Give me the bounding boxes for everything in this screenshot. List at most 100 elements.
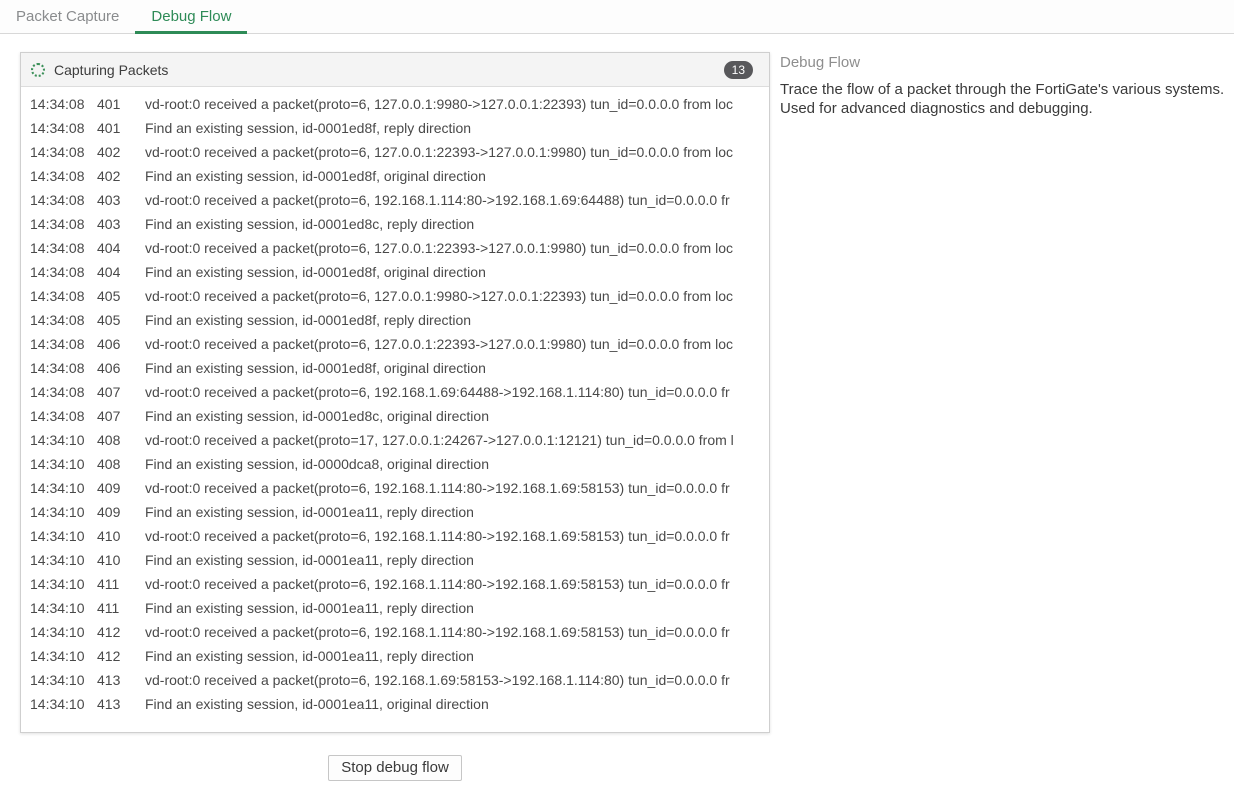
- log-message: vd-root:0 received a packet(proto=6, 127…: [145, 284, 769, 308]
- log-time: 14:34:08: [30, 188, 97, 212]
- log-message: Find an existing session, id-0001ea11, r…: [145, 596, 769, 620]
- log-seq: 401: [97, 116, 145, 140]
- log-time: 14:34:10: [30, 596, 97, 620]
- log-row: 14:34:08 406 vd-root:0 received a packet…: [21, 332, 769, 356]
- log-seq: 409: [97, 500, 145, 524]
- log-row: 14:34:08 407 Find an existing session, i…: [21, 404, 769, 428]
- log-seq: 402: [97, 140, 145, 164]
- log-time: 14:34:08: [30, 404, 97, 428]
- log-seq: 403: [97, 212, 145, 236]
- tab-packet-capture[interactable]: Packet Capture: [0, 0, 135, 33]
- log-row: 14:34:10 409 Find an existing session, i…: [21, 500, 769, 524]
- log-time: 14:34:08: [30, 164, 97, 188]
- log-row: 14:34:10 411 Find an existing session, i…: [21, 596, 769, 620]
- log-row: 14:34:10 410 Find an existing session, i…: [21, 548, 769, 572]
- log-row: 14:34:10 412 vd-root:0 received a packet…: [21, 620, 769, 644]
- log-row: 14:34:08 401 vd-root:0 received a packet…: [21, 92, 769, 116]
- log-message: vd-root:0 received a packet(proto=6, 127…: [145, 92, 769, 116]
- tab-packet-capture-label: Packet Capture: [16, 8, 119, 25]
- log-row: 14:34:08 402 vd-root:0 received a packet…: [21, 140, 769, 164]
- log-seq: 404: [97, 236, 145, 260]
- log-row: 14:34:10 413 Find an existing session, i…: [21, 692, 769, 716]
- log-seq: 411: [97, 572, 145, 596]
- log-row: 14:34:10 413 vd-root:0 received a packet…: [21, 668, 769, 692]
- log-time: 14:34:08: [30, 92, 97, 116]
- log-row: 14:34:10 411 vd-root:0 received a packet…: [21, 572, 769, 596]
- capture-panel-header: Capturing Packets 13: [21, 53, 769, 87]
- log-seq: 405: [97, 308, 145, 332]
- log-message: Find an existing session, id-0000dca8, o…: [145, 452, 769, 476]
- log-message: vd-root:0 received a packet(proto=6, 127…: [145, 140, 769, 164]
- log-row: 14:34:08 403 vd-root:0 received a packet…: [21, 188, 769, 212]
- log-seq: 410: [97, 524, 145, 548]
- stop-debug-flow-button[interactable]: Stop debug flow: [328, 755, 462, 781]
- info-panel-description: Trace the flow of a packet through the F…: [780, 80, 1228, 118]
- log-seq: 405: [97, 284, 145, 308]
- log-seq: 412: [97, 644, 145, 668]
- log-time: 14:34:08: [30, 356, 97, 380]
- log-time: 14:34:10: [30, 524, 97, 548]
- log-message: Find an existing session, id-0001ea11, r…: [145, 500, 769, 524]
- tab-debug-flow-label: Debug Flow: [151, 8, 231, 25]
- log-message: vd-root:0 received a packet(proto=6, 192…: [145, 572, 769, 596]
- log-message: Find an existing session, id-0001ed8f, o…: [145, 260, 769, 284]
- log-seq: 413: [97, 692, 145, 716]
- log-time: 14:34:10: [30, 692, 97, 716]
- log-seq: 403: [97, 188, 145, 212]
- log-time: 14:34:08: [30, 116, 97, 140]
- log-seq: 409: [97, 476, 145, 500]
- log-row: 14:34:08 404 Find an existing session, i…: [21, 260, 769, 284]
- log-row: 14:34:08 404 vd-root:0 received a packet…: [21, 236, 769, 260]
- capture-panel: Capturing Packets 13 14:34:08 401 vd-roo…: [20, 52, 770, 733]
- loading-spinner-icon: [31, 63, 45, 77]
- log-row: 14:34:10 412 Find an existing session, i…: [21, 644, 769, 668]
- packet-count-badge: 13: [724, 61, 753, 79]
- log-seq: 402: [97, 164, 145, 188]
- log-message: vd-root:0 received a packet(proto=6, 192…: [145, 188, 769, 212]
- tab-debug-flow[interactable]: Debug Flow: [135, 0, 247, 33]
- log-time: 14:34:10: [30, 668, 97, 692]
- log-time: 14:34:10: [30, 620, 97, 644]
- info-panel-title: Debug Flow: [780, 54, 1228, 71]
- log-message: vd-root:0 received a packet(proto=6, 192…: [145, 620, 769, 644]
- log-seq: 408: [97, 428, 145, 452]
- log-seq: 401: [97, 92, 145, 116]
- log-row: 14:34:08 402 Find an existing session, i…: [21, 164, 769, 188]
- log-message: vd-root:0 received a packet(proto=6, 127…: [145, 332, 769, 356]
- footer: Stop debug flow: [20, 755, 770, 781]
- log-seq: 408: [97, 452, 145, 476]
- log-message: vd-root:0 received a packet(proto=6, 192…: [145, 380, 769, 404]
- log-message: Find an existing session, id-0001ed8f, o…: [145, 164, 769, 188]
- log-seq: 407: [97, 380, 145, 404]
- log-time: 14:34:08: [30, 260, 97, 284]
- log-time: 14:34:08: [30, 236, 97, 260]
- log-seq: 410: [97, 548, 145, 572]
- capture-panel-title: Capturing Packets: [54, 62, 168, 78]
- log-time: 14:34:10: [30, 548, 97, 572]
- log-message: vd-root:0 received a packet(proto=6, 192…: [145, 476, 769, 500]
- log-time: 14:34:08: [30, 212, 97, 236]
- log-message: Find an existing session, id-0001ed8f, r…: [145, 116, 769, 140]
- info-panel: Debug Flow Trace the flow of a packet th…: [780, 54, 1228, 118]
- log-list[interactable]: 14:34:08 401 vd-root:0 received a packet…: [21, 87, 769, 732]
- log-message: Find an existing session, id-0001ed8c, o…: [145, 404, 769, 428]
- log-message: Find an existing session, id-0001ed8c, r…: [145, 212, 769, 236]
- log-message: vd-root:0 received a packet(proto=6, 192…: [145, 524, 769, 548]
- log-time: 14:34:10: [30, 572, 97, 596]
- log-seq: 413: [97, 668, 145, 692]
- log-message: Find an existing session, id-0001ed8f, o…: [145, 356, 769, 380]
- log-row: 14:34:08 406 Find an existing session, i…: [21, 356, 769, 380]
- log-time: 14:34:08: [30, 332, 97, 356]
- log-message: Find an existing session, id-0001ea11, r…: [145, 644, 769, 668]
- log-time: 14:34:10: [30, 428, 97, 452]
- log-message: Find an existing session, id-0001ed8f, r…: [145, 308, 769, 332]
- tab-bar: Packet Capture Debug Flow: [0, 0, 1234, 34]
- log-seq: 412: [97, 620, 145, 644]
- log-message: Find an existing session, id-0001ea11, o…: [145, 692, 769, 716]
- log-row: 14:34:10 408 Find an existing session, i…: [21, 452, 769, 476]
- log-time: 14:34:10: [30, 452, 97, 476]
- log-message: vd-root:0 received a packet(proto=6, 192…: [145, 668, 769, 692]
- log-row: 14:34:08 401 Find an existing session, i…: [21, 116, 769, 140]
- log-time: 14:34:08: [30, 140, 97, 164]
- log-seq: 404: [97, 260, 145, 284]
